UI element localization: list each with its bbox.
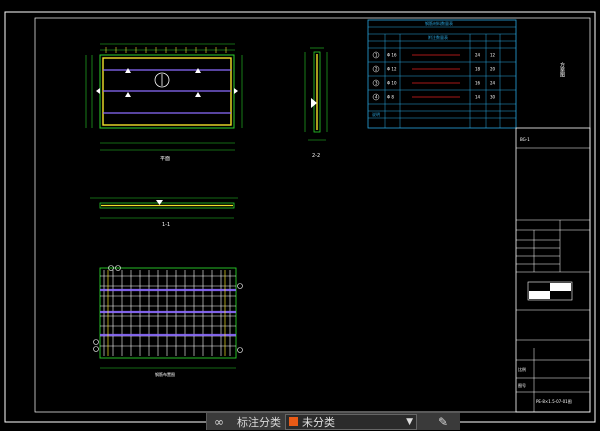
schedule-row-3-len: 16 bbox=[475, 81, 481, 86]
schedule-row-1-len: 24 bbox=[475, 53, 481, 58]
drawing-frame bbox=[4, 11, 596, 423]
title-block-drawing-no: BG-1 bbox=[520, 137, 530, 142]
schedule-row-2-no: 2 bbox=[375, 67, 378, 72]
elevation-view[interactable]: 1-1 bbox=[90, 197, 238, 228]
rebar-plan[interactable]: 钢筋布置图 bbox=[93, 265, 243, 378]
category-dropdown-value: 未分类 bbox=[302, 415, 335, 429]
schedule-subtitle: 附注数量表 bbox=[428, 34, 448, 40]
schedule-row-3-count: 24 bbox=[490, 81, 496, 86]
chevron-down-icon: ▼ bbox=[406, 416, 413, 427]
rebar-plan-label: 钢筋布置图 bbox=[155, 371, 175, 377]
schedule-row-2-dia: Φ 12 bbox=[387, 67, 397, 72]
schedule-row-4-no: 4 bbox=[375, 95, 378, 100]
title-block[interactable]: BG-1 比例 图号 PE-8×1.5-07-01图 bbox=[515, 127, 591, 413]
schedule-row-3-dia: Φ 10 bbox=[387, 81, 397, 86]
annotation-category-label: 标注分类 bbox=[237, 415, 281, 429]
schedule-title: 钢筋材料数量表 bbox=[425, 20, 453, 26]
title-block-sheet-label: 图号 bbox=[518, 382, 526, 388]
title-block-scale-label: 比例 bbox=[518, 366, 526, 372]
category-color-swatch bbox=[289, 417, 298, 426]
elevation-label: 1-1 bbox=[162, 222, 170, 228]
title-block-footer-code: PE-8×1.5-07-01图 bbox=[536, 398, 572, 404]
schedule-row-4-len: 14 bbox=[475, 95, 481, 100]
side-section[interactable]: 2-2 bbox=[304, 47, 328, 159]
schedule-row-3-no: 3 bbox=[375, 81, 378, 86]
schedule-row-1-dia: Φ 16 bbox=[387, 53, 397, 58]
category-dropdown[interactable]: 未分类 ▼ bbox=[285, 413, 417, 430]
schedule-row-1-count: 12 bbox=[490, 53, 496, 58]
schedule-row-2-count: 20 bbox=[490, 67, 496, 72]
annotation-toolbar: ∞ 标注分类 未分类 ▼ ✎ bbox=[206, 412, 460, 430]
edit-pencil-icon[interactable]: ✎ bbox=[431, 413, 455, 431]
rebar-schedule-table[interactable]: 钢筋材料数量表 附注数量表 1 2 3 4 Φ 16 Φ 12 Φ 10 Φ 8… bbox=[367, 19, 565, 129]
schedule-row-4-dia: Φ 8 bbox=[387, 95, 394, 100]
schedule-note-header: 说明 bbox=[372, 111, 380, 117]
side-section-label: 2-2 bbox=[312, 153, 320, 159]
cad-drawing-canvas[interactable]: 平面 2-2 1-1 钢筋布置图 钢筋材料数量表 附注数量表 1 2 3 4 Φ… bbox=[0, 0, 600, 430]
schedule-row-2-len: 18 bbox=[475, 67, 481, 72]
schedule-side-note: 方案图 bbox=[559, 61, 565, 78]
link-icon[interactable]: ∞ bbox=[207, 413, 231, 431]
schedule-row-1-no: 1 bbox=[375, 53, 378, 58]
schedule-row-4-count: 30 bbox=[490, 95, 496, 100]
plan-view[interactable]: 平面 bbox=[85, 43, 243, 162]
plan-view-label: 平面 bbox=[160, 156, 170, 162]
